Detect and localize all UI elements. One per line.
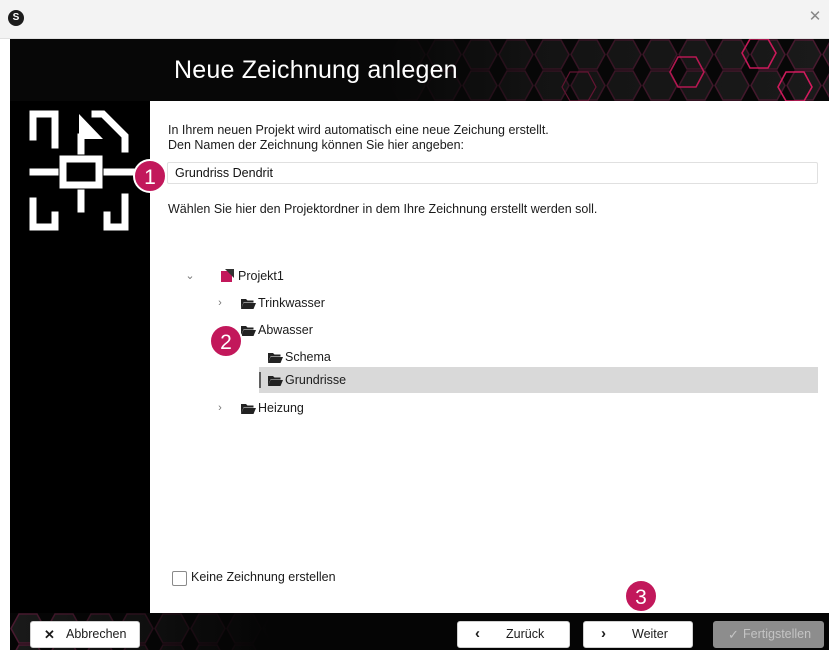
folder-icon — [241, 326, 256, 336]
project-icon — [221, 269, 234, 282]
callout-badge-1: 1 — [133, 159, 167, 193]
tree-label-heizung: Heizung — [258, 401, 304, 415]
new-drawing-dialog: Neue Zeichnung anlegen In Ihrem neuen Pr… — [10, 39, 829, 650]
folder-prompt-text: Wählen Sie hier den Projektordner in dem… — [168, 202, 598, 216]
floorplan-logo-icon — [29, 110, 137, 231]
folder-icon — [241, 299, 256, 309]
cancel-button[interactable]: ✕ Abbrechen — [30, 621, 140, 648]
close-icon: ✕ — [44, 627, 55, 642]
left-branding-panel — [10, 101, 150, 613]
selection-indicator-bar — [259, 372, 261, 388]
intro-line-2: Den Namen der Zeichnung können Sie hier … — [168, 138, 465, 152]
tree-item-heizung[interactable]: › Heizung — [214, 395, 414, 421]
dialog-content: In Ihrem neuen Projekt wird automatisch … — [150, 101, 829, 613]
window-titlebar: S ✕ — [0, 0, 829, 39]
callout-badge-3: 3 — [624, 579, 658, 613]
next-button-label: Weiter — [632, 627, 668, 641]
folder-icon — [268, 353, 283, 363]
app-logo-icon: S — [8, 10, 24, 26]
tree-label-trinkwasser: Trinkwasser — [258, 296, 325, 310]
callout-badge-2: 2 — [209, 324, 243, 358]
chevron-right-icon[interactable]: › — [214, 290, 226, 316]
dialog-title: Neue Zeichnung anlegen — [174, 56, 458, 84]
intro-text: In Ihrem neuen Projekt wird automatisch … — [168, 123, 549, 153]
tree-label-grundrisse: Grundrisse — [285, 373, 347, 387]
folder-icon — [241, 404, 256, 414]
tree-item-trinkwasser[interactable]: › Trinkwasser — [214, 290, 414, 316]
tree-label-abwasser: Abwasser — [258, 323, 313, 337]
cancel-button-label: Abbrechen — [66, 627, 127, 641]
no-drawing-checkbox[interactable] — [172, 571, 187, 586]
back-button[interactable]: ‹ Zurück — [457, 621, 570, 648]
checkmark-icon: ✓ — [728, 627, 739, 642]
chevron-down-icon[interactable]: ⌄ — [184, 263, 196, 289]
finish-button[interactable]: ✓ Fertigstellen — [713, 621, 824, 648]
drawing-name-input[interactable] — [167, 162, 818, 184]
tree-item-grundrisse[interactable]: Grundrisse — [268, 367, 468, 393]
intro-line-1: In Ihrem neuen Projekt wird automatisch … — [168, 123, 549, 137]
back-button-label: Zurück — [506, 627, 545, 641]
tree-item-abwasser[interactable]: ⌄ Abwasser — [214, 317, 414, 343]
dialog-footer: ✕ Abbrechen ‹ Zurück › Weiter ✓ Fertigst… — [10, 613, 829, 650]
chevron-right-icon: › — [601, 625, 606, 642]
tree-item-projekt1[interactable]: ⌄ Projekt1 — [184, 263, 384, 289]
finish-button-label: Fertigstellen — [743, 627, 812, 641]
no-drawing-checkbox-label[interactable]: Keine Zeichnung erstellen — [191, 570, 336, 584]
dialog-header: Neue Zeichnung anlegen — [10, 39, 829, 101]
next-button[interactable]: › Weiter — [583, 621, 693, 648]
chevron-left-icon: ‹ — [475, 625, 480, 642]
folder-icon — [268, 376, 283, 386]
close-icon[interactable]: ✕ — [807, 9, 823, 25]
chevron-right-icon[interactable]: › — [214, 395, 226, 421]
tree-label-projekt1: Projekt1 — [238, 269, 284, 283]
